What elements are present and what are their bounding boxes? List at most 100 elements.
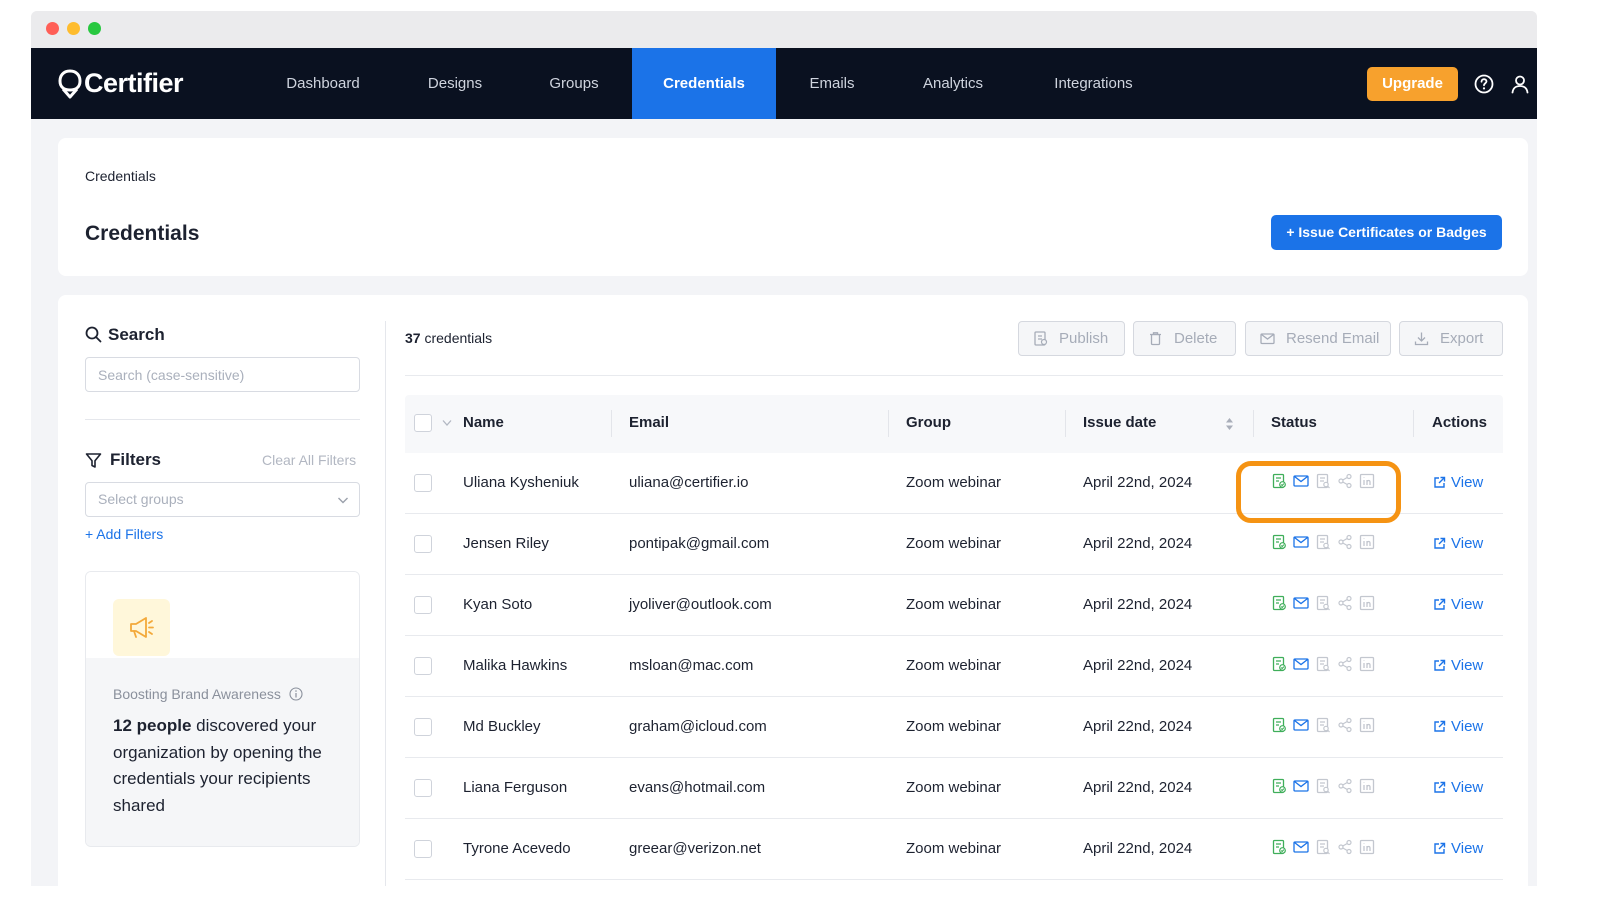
share-icon[interactable] [1337, 534, 1353, 550]
nav-item-groups[interactable]: Groups [526, 48, 622, 119]
table-row[interactable]: Kyan Soto jyoliver@outlook.com Zoom webi… [405, 575, 1503, 636]
view-link[interactable]: View [1433, 474, 1483, 491]
add-filters-link[interactable]: + Add Filters [85, 526, 163, 542]
email-sent-icon[interactable] [1293, 595, 1309, 611]
certificate-published-icon[interactable] [1271, 595, 1287, 611]
linkedin-icon[interactable] [1359, 839, 1375, 855]
nav-item-integrations[interactable]: Integrations [1032, 48, 1155, 119]
brand-logo[interactable]: Certifier [58, 68, 184, 99]
clear-all-filters-link[interactable]: Clear All Filters [262, 452, 356, 468]
linkedin-icon[interactable] [1359, 656, 1375, 672]
nav-item-dashboard[interactable]: Dashboard [255, 48, 391, 119]
view-link[interactable]: View [1433, 596, 1483, 613]
credential-opened-icon[interactable] [1315, 595, 1331, 611]
view-link[interactable]: View [1433, 840, 1483, 857]
share-icon[interactable] [1337, 778, 1353, 794]
credentials-card: Search Filters Clear All Filters Select … [58, 295, 1528, 886]
search-heading: Search [108, 325, 165, 344]
nav-item-credentials[interactable]: Credentials [632, 48, 776, 119]
row-checkbox[interactable] [414, 718, 432, 736]
linkedin-icon[interactable] [1359, 595, 1375, 611]
external-link-icon [1434, 598, 1446, 610]
cell-name: Malika Hawkins [463, 657, 568, 674]
credential-opened-icon[interactable] [1315, 778, 1331, 794]
column-header-name[interactable]: Name [463, 414, 504, 431]
table-row[interactable]: Md Buckley graham@icloud.com Zoom webina… [405, 697, 1503, 758]
nav-item-emails[interactable]: Emails [784, 48, 880, 119]
cell-name: Tyrone Acevedo [463, 840, 571, 857]
search-input[interactable] [85, 357, 360, 392]
view-link[interactable]: View [1433, 657, 1483, 674]
select-all-checkbox[interactable] [414, 414, 432, 432]
email-sent-icon[interactable] [1293, 656, 1309, 672]
page-header-card: Credentials Credentials + Issue Certific… [58, 138, 1528, 276]
certificate-published-icon[interactable] [1271, 717, 1287, 733]
share-icon[interactable] [1337, 656, 1353, 672]
email-sent-icon[interactable] [1293, 717, 1309, 733]
nav-item-designs[interactable]: Designs [405, 48, 505, 119]
select-groups-dropdown[interactable]: Select groups [85, 482, 360, 517]
close-window-button[interactable] [46, 22, 59, 35]
email-sent-icon[interactable] [1293, 839, 1309, 855]
cell-email: uliana@certifier.io [629, 474, 749, 491]
view-link[interactable]: View [1433, 535, 1483, 552]
table-row[interactable]: Jensen Riley pontipak@gmail.com Zoom web… [405, 514, 1503, 575]
app-window: Certifier Dashboard Designs Groups Credenti… [31, 11, 1537, 886]
sort-icon[interactable] [1224, 416, 1235, 432]
credential-opened-icon[interactable] [1315, 534, 1331, 550]
user-icon[interactable] [1509, 73, 1531, 95]
cell-group: Zoom webinar [906, 779, 1002, 796]
external-link-icon [1434, 659, 1446, 671]
share-icon[interactable] [1337, 595, 1353, 611]
column-header-email[interactable]: Email [629, 414, 669, 431]
cell-email: msloan@mac.com [629, 657, 754, 674]
row-checkbox[interactable] [414, 535, 432, 553]
table-row[interactable]: Liana Ferguson evans@hotmail.com Zoom we… [405, 758, 1503, 819]
share-icon[interactable] [1337, 717, 1353, 733]
linkedin-icon[interactable] [1359, 534, 1375, 550]
certificate-published-icon[interactable] [1271, 778, 1287, 794]
question-circle-icon[interactable] [1473, 73, 1495, 95]
email-sent-icon[interactable] [1293, 534, 1309, 550]
row-checkbox[interactable] [414, 474, 432, 492]
certificate-published-icon[interactable] [1271, 839, 1287, 855]
table-row[interactable]: Malika Hawkins msloan@mac.com Zoom webin… [405, 636, 1503, 697]
delete-button[interactable]: Delete [1133, 321, 1236, 356]
row-checkbox[interactable] [414, 596, 432, 614]
credential-opened-icon[interactable] [1315, 717, 1331, 733]
chevron-down-icon[interactable] [442, 419, 452, 427]
publish-button[interactable]: Publish [1018, 321, 1125, 356]
share-icon[interactable] [1337, 839, 1353, 855]
row-checkbox[interactable] [414, 657, 432, 675]
issue-certificates-button[interactable]: + Issue Certificates or Badges [1271, 215, 1502, 250]
maximize-window-button[interactable] [88, 22, 101, 35]
certificate-published-icon[interactable] [1271, 534, 1287, 550]
linkedin-icon[interactable] [1359, 778, 1375, 794]
column-header-issue-date[interactable]: Issue date [1083, 414, 1156, 431]
column-header-status: Status [1271, 414, 1317, 431]
email-sent-icon[interactable] [1293, 778, 1309, 794]
credential-opened-icon[interactable] [1315, 839, 1331, 855]
breadcrumb[interactable]: Credentials [85, 168, 156, 184]
view-link[interactable]: View [1433, 779, 1483, 796]
linkedin-icon[interactable] [1359, 717, 1375, 733]
nav-item-analytics[interactable]: Analytics [901, 48, 1005, 119]
table-row[interactable]: Tyrone Acevedo greear@verizon.net Zoom w… [405, 819, 1503, 880]
row-checkbox[interactable] [414, 840, 432, 858]
cell-name: Kyan Soto [463, 596, 533, 613]
export-button[interactable]: Export [1399, 321, 1503, 356]
certificate-published-icon[interactable] [1271, 656, 1287, 672]
minimize-window-button[interactable] [67, 22, 80, 35]
resend-email-button[interactable]: Resend Email [1245, 321, 1391, 356]
upgrade-button[interactable]: Upgrade [1367, 67, 1458, 101]
credentials-count: 37 credentials [405, 330, 493, 346]
info-icon[interactable] [289, 687, 303, 701]
status-icons [1271, 839, 1375, 857]
cell-group: Zoom webinar [906, 474, 1002, 491]
column-header-group[interactable]: Group [906, 414, 951, 431]
view-link[interactable]: View [1433, 718, 1483, 735]
sidebar-divider [85, 419, 360, 420]
status-icons [1271, 778, 1375, 796]
credential-opened-icon[interactable] [1315, 656, 1331, 672]
row-checkbox[interactable] [414, 779, 432, 797]
